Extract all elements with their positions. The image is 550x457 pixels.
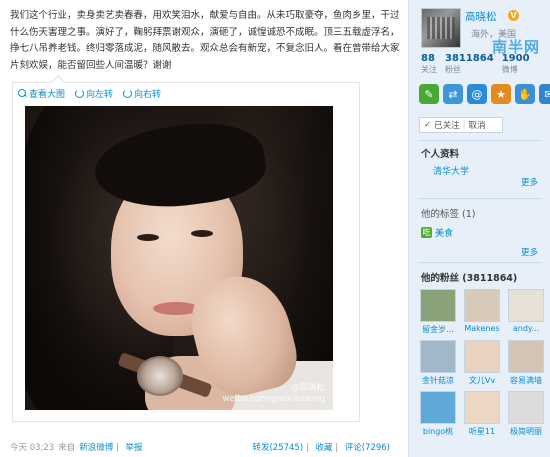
stat-following[interactable]: 88 关注 <box>421 53 437 75</box>
chat-app-icon[interactable]: ✉ <box>539 84 550 104</box>
fan-name[interactable]: 金针菇凉 <box>422 375 454 386</box>
follow-status-label: 已关注 <box>434 121 460 131</box>
username-link[interactable]: 高晓松 <box>465 9 497 24</box>
profile-more-link[interactable]: 更多 <box>521 176 538 188</box>
tag-item[interactable]: 吃 美食 <box>421 226 453 239</box>
app-icons-row: ✎ ⇄ @ ★ ✋ ✉ <box>419 84 550 104</box>
favorite-link[interactable]: 收藏 <box>315 443 332 453</box>
unfollow-link[interactable]: 取消 <box>469 119 486 131</box>
rotate-right-label: 向右转 <box>134 90 162 100</box>
school-link[interactable]: 清华大学 <box>433 164 469 177</box>
fan-name[interactable]: 文儿Vv <box>469 375 495 386</box>
fan-name[interactable]: 极简明丽 <box>510 426 542 437</box>
tags-section-title: 他的标签 (1) <box>421 209 476 220</box>
fan-avatar[interactable] <box>420 391 456 424</box>
rotate-right-icon <box>123 89 133 98</box>
divider <box>419 262 541 263</box>
image-toolbar: 查看大图 向左转 向右转 <box>18 87 161 100</box>
tags-more-link[interactable]: 更多 <box>521 246 538 258</box>
share-app-icon[interactable]: ⇄ <box>443 84 463 104</box>
fan-item[interactable]: 极简明丽 <box>507 391 545 437</box>
fan-item[interactable]: 金针菇凉 <box>419 340 457 386</box>
view-large-button[interactable]: 查看大图 <box>18 87 65 100</box>
footer-sep: | <box>115 443 119 453</box>
repost-link[interactable]: 转发(25745) <box>252 443 303 453</box>
action-sep-1: | <box>305 443 309 453</box>
stat-weibo[interactable]: 1900 微博 <box>502 53 530 75</box>
hand-app-icon[interactable]: ✋ <box>515 84 535 104</box>
photo-eye-left <box>137 234 159 241</box>
fan-name[interactable]: bingo桃 <box>423 426 453 437</box>
fan-avatar[interactable] <box>420 289 456 322</box>
comment-link[interactable]: 评论(7296) <box>345 443 390 453</box>
fan-item[interactable]: andy... <box>507 289 545 335</box>
main-feed: 我们这个行业，卖身卖艺卖春春，用欢笑泪水，献爱与自由。从未巧取豪夺，鱼肉乡里，干… <box>0 0 408 457</box>
avatar[interactable] <box>421 8 461 48</box>
stat-fans[interactable]: 3811864 粉丝 <box>445 53 494 75</box>
report-link[interactable]: 举报 <box>126 443 143 453</box>
user-stats: 88 关注 3811864 粉丝 1900 微博 <box>421 53 530 75</box>
post-footer: 今天 03:23 来自 新浪微博 | 举报 转发(25745) | 收藏 | 评论(… <box>10 441 390 453</box>
rotate-left-button[interactable]: 向左转 <box>75 87 113 100</box>
post-meta: 今天 03:23 来自 新浪微博 | 举报 <box>10 441 143 453</box>
fan-avatar[interactable] <box>508 289 544 322</box>
action-sep-2: | <box>335 443 339 453</box>
divider <box>419 198 541 199</box>
view-large-label: 查看大图 <box>29 90 66 100</box>
fans-grid: 留金岁... Makenes andy... 金针菇凉 文儿Vv 容易满墙 bingo桃 听星… <box>419 289 545 437</box>
photo-eye-right <box>191 230 213 237</box>
post-actions: 转发(25745) | 收藏 | 评论(7296) <box>252 441 390 453</box>
fan-avatar[interactable] <box>420 340 456 373</box>
rotate-left-label: 向左转 <box>86 90 114 100</box>
rotate-left-icon <box>75 89 85 98</box>
stat-weibo-label: 微博 <box>501 65 518 74</box>
fan-avatar[interactable] <box>464 340 500 373</box>
follow-sep: | <box>462 120 466 130</box>
stat-fans-label: 粉丝 <box>445 65 461 74</box>
fan-name[interactable]: 容易满墙 <box>510 375 542 386</box>
fan-item[interactable]: 听星11 <box>463 391 501 437</box>
fan-item[interactable]: 文儿Vv <box>463 340 501 386</box>
at-app-icon[interactable]: @ <box>467 84 487 104</box>
post-photo[interactable]: @高晓松 weibo.com/gaoxiaosong <box>25 106 333 410</box>
photo-watermark: @高晓松 weibo.com/gaoxiaosong <box>222 383 325 404</box>
fan-avatar[interactable] <box>464 289 500 322</box>
fan-avatar[interactable] <box>508 340 544 373</box>
fan-item[interactable]: Makenes <box>463 289 501 335</box>
post-source-prefix: 来自 <box>58 443 76 453</box>
stat-weibo-num: 1900 <box>501 53 530 64</box>
divider <box>419 140 541 141</box>
fan-name[interactable]: 留金岁... <box>422 324 454 335</box>
fan-name[interactable]: andy... <box>513 324 539 333</box>
fans-section-title: 他的粉丝 (3811864) <box>421 273 518 284</box>
fan-name[interactable]: Makenes <box>464 324 499 333</box>
rotate-right-button[interactable]: 向右转 <box>123 87 161 100</box>
post-time[interactable]: 今天 03:23 <box>10 443 54 453</box>
verified-badge-icon: V <box>508 10 519 21</box>
stat-following-num: 88 <box>421 53 435 64</box>
photo-watch <box>137 356 183 396</box>
tag-label: 美食 <box>435 229 454 239</box>
right-sidebar: 高晓松 V 海外，美国 南半网 88 关注 3811864 粉丝 1900 微博… <box>408 0 550 457</box>
stat-fans-num: 3811864 <box>445 53 494 64</box>
tag-icon: 吃 <box>421 227 432 238</box>
check-icon: ✓ <box>424 120 432 130</box>
post-text: 我们这个行业，卖身卖艺卖春春，用欢笑泪水，献爱与自由。从未巧取豪夺，鱼肉乡里，干… <box>10 10 400 71</box>
fan-item[interactable]: 留金岁... <box>419 289 457 335</box>
game-app-icon[interactable]: ★ <box>491 84 511 104</box>
post-source-link[interactable]: 新浪微博 <box>79 443 113 453</box>
fan-name[interactable]: 听星11 <box>469 426 495 437</box>
stat-following-label: 关注 <box>421 65 437 74</box>
sina-app-icon[interactable]: ✎ <box>419 84 439 104</box>
fan-avatar[interactable] <box>464 391 500 424</box>
fan-item[interactable]: bingo桃 <box>419 391 457 437</box>
fan-avatar[interactable] <box>508 391 544 424</box>
profile-section-title: 个人资料 <box>421 149 460 160</box>
fan-item[interactable]: 容易满墙 <box>507 340 545 386</box>
follow-status-button[interactable]: ✓ 已关注 | 取消 <box>419 117 503 133</box>
zoom-icon <box>18 89 27 98</box>
